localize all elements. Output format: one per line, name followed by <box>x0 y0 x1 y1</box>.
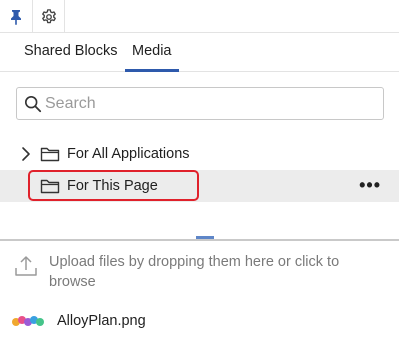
active-tab-indicator <box>125 69 179 72</box>
panel-divider[interactable] <box>0 239 399 241</box>
upload-dropzone[interactable]: Upload files by dropping them here or cl… <box>0 242 399 294</box>
folder-label: For All Applications <box>67 146 190 162</box>
search-icon <box>23 94 43 114</box>
upload-instructions: Upload files by dropping them here or cl… <box>49 254 340 290</box>
pin-button[interactable] <box>0 0 32 33</box>
settings-button[interactable] <box>32 0 65 33</box>
file-name: AlloyPlan.png <box>57 313 146 329</box>
folder-icon <box>40 146 60 162</box>
toolbar <box>0 0 399 33</box>
folder-icon <box>40 178 60 194</box>
file-item[interactable]: AlloyPlan.png <box>0 306 399 338</box>
image-thumbnail <box>10 310 46 332</box>
pin-icon <box>11 9 21 25</box>
gear-icon <box>41 8 56 23</box>
search-box <box>16 87 384 120</box>
chevron-right-icon[interactable] <box>19 146 33 162</box>
folder-label: For This Page <box>67 178 158 194</box>
search-input[interactable] <box>43 89 363 118</box>
tab-media[interactable]: Media <box>132 43 172 59</box>
tab-shared-blocks[interactable]: Shared Blocks <box>24 43 118 59</box>
resize-handle[interactable] <box>196 236 214 239</box>
upload-icon <box>14 254 38 278</box>
folder-row-this-page[interactable]: For This Page ••• <box>0 170 399 202</box>
tab-bar: Shared Blocks Media <box>0 33 399 72</box>
more-options-button[interactable]: ••• <box>359 174 381 196</box>
folder-row-all-applications[interactable]: For All Applications <box>0 138 399 170</box>
